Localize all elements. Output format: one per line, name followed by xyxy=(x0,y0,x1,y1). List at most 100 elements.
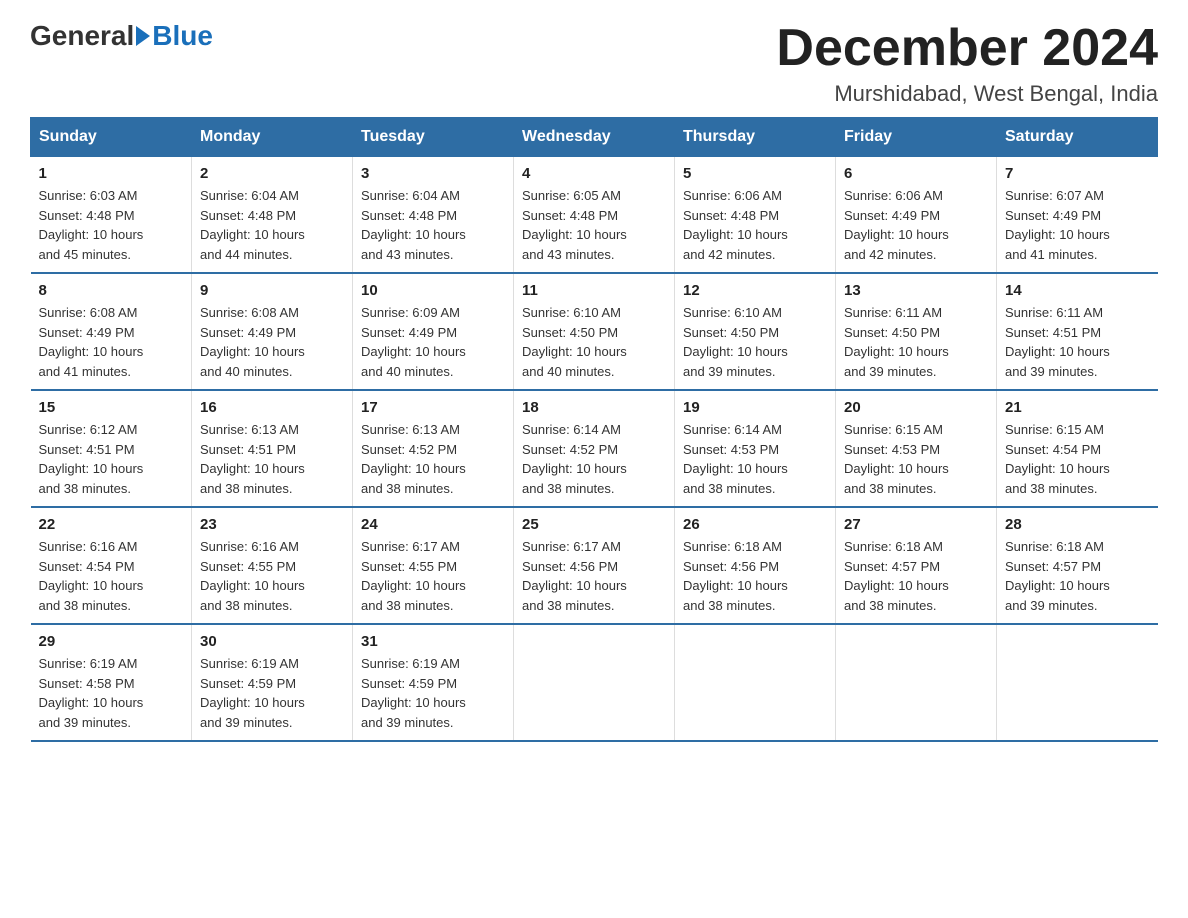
header: General Blue December 2024 Murshidabad, … xyxy=(30,20,1158,107)
day-number: 21 xyxy=(1005,399,1150,416)
day-cell: 6 Sunrise: 6:06 AMSunset: 4:49 PMDaylight… xyxy=(836,157,997,274)
day-number: 5 xyxy=(683,165,827,182)
day-cell: 18 Sunrise: 6:14 AMSunset: 4:52 PMDayligh… xyxy=(514,390,675,507)
day-number: 3 xyxy=(361,165,505,182)
day-info: Sunrise: 6:09 AMSunset: 4:49 PMDaylight:… xyxy=(361,305,466,379)
day-header-saturday: Saturday xyxy=(997,118,1158,157)
day-info: Sunrise: 6:08 AMSunset: 4:49 PMDaylight:… xyxy=(39,305,144,379)
day-info: Sunrise: 6:18 AMSunset: 4:57 PMDaylight:… xyxy=(844,539,949,613)
day-info: Sunrise: 6:13 AMSunset: 4:52 PMDaylight:… xyxy=(361,422,466,496)
day-info: Sunrise: 6:14 AMSunset: 4:52 PMDaylight:… xyxy=(522,422,627,496)
day-cell: 31 Sunrise: 6:19 AMSunset: 4:59 PMDayligh… xyxy=(353,624,514,741)
day-number: 23 xyxy=(200,516,344,533)
day-info: Sunrise: 6:03 AMSunset: 4:48 PMDaylight:… xyxy=(39,188,144,262)
day-number: 22 xyxy=(39,516,184,533)
day-cell: 30Sunrise: 6:19 AMSunset: 4:59 PMDayligh… xyxy=(192,624,353,741)
day-cell: 29 Sunrise: 6:19 AMSunset: 4:58 PMDayligh… xyxy=(31,624,192,741)
day-cell: 26Sunrise: 6:18 AMSunset: 4:56 PMDayligh… xyxy=(675,507,836,624)
day-number: 12 xyxy=(683,282,827,299)
day-info: Sunrise: 6:17 AMSunset: 4:55 PMDaylight:… xyxy=(361,539,466,613)
day-cell: 3Sunrise: 6:04 AMSunset: 4:48 PMDaylight… xyxy=(353,157,514,274)
title-area: December 2024 Murshidabad, West Bengal, … xyxy=(776,20,1158,107)
day-number: 7 xyxy=(1005,165,1150,182)
day-info: Sunrise: 6:06 AMSunset: 4:48 PMDaylight:… xyxy=(683,188,788,262)
day-cell: 22 Sunrise: 6:16 AMSunset: 4:54 PMDayligh… xyxy=(31,507,192,624)
day-cell: 21Sunrise: 6:15 AMSunset: 4:54 PMDayligh… xyxy=(997,390,1158,507)
day-cell: 5 Sunrise: 6:06 AMSunset: 4:48 PMDaylight… xyxy=(675,157,836,274)
day-cell: 7 Sunrise: 6:07 AMSunset: 4:49 PMDaylight… xyxy=(997,157,1158,274)
day-cell: 8Sunrise: 6:08 AMSunset: 4:49 PMDaylight… xyxy=(31,273,192,390)
day-info: Sunrise: 6:17 AMSunset: 4:56 PMDaylight:… xyxy=(522,539,627,613)
day-number: 15 xyxy=(39,399,184,416)
week-row-2: 8Sunrise: 6:08 AMSunset: 4:49 PMDaylight… xyxy=(31,273,1158,390)
day-number: 13 xyxy=(844,282,988,299)
day-cell: 13 Sunrise: 6:11 AMSunset: 4:50 PMDayligh… xyxy=(836,273,997,390)
day-cell: 11Sunrise: 6:10 AMSunset: 4:50 PMDayligh… xyxy=(514,273,675,390)
day-info: Sunrise: 6:15 AMSunset: 4:53 PMDaylight:… xyxy=(844,422,949,496)
day-info: Sunrise: 6:05 AMSunset: 4:48 PMDaylight:… xyxy=(522,188,627,262)
day-number: 29 xyxy=(39,633,184,650)
day-number: 20 xyxy=(844,399,988,416)
day-info: Sunrise: 6:10 AMSunset: 4:50 PMDaylight:… xyxy=(683,305,788,379)
week-row-4: 22 Sunrise: 6:16 AMSunset: 4:54 PMDayligh… xyxy=(31,507,1158,624)
week-row-5: 29 Sunrise: 6:19 AMSunset: 4:58 PMDayligh… xyxy=(31,624,1158,741)
day-number: 28 xyxy=(1005,516,1150,533)
day-cell: 25Sunrise: 6:17 AMSunset: 4:56 PMDayligh… xyxy=(514,507,675,624)
day-info: Sunrise: 6:19 AMSunset: 4:58 PMDaylight:… xyxy=(39,656,144,730)
day-cell: 9 Sunrise: 6:08 AMSunset: 4:49 PMDaylight… xyxy=(192,273,353,390)
day-cell: 16Sunrise: 6:13 AMSunset: 4:51 PMDayligh… xyxy=(192,390,353,507)
day-number: 24 xyxy=(361,516,505,533)
logo-arrow-icon xyxy=(136,26,150,46)
page-title: December 2024 xyxy=(776,20,1158,77)
day-info: Sunrise: 6:07 AMSunset: 4:49 PMDaylight:… xyxy=(1005,188,1110,262)
day-header-friday: Friday xyxy=(836,118,997,157)
day-number: 18 xyxy=(522,399,666,416)
day-info: Sunrise: 6:08 AMSunset: 4:49 PMDaylight:… xyxy=(200,305,305,379)
week-row-3: 15Sunrise: 6:12 AMSunset: 4:51 PMDayligh… xyxy=(31,390,1158,507)
day-cell: 2 Sunrise: 6:04 AMSunset: 4:48 PMDaylight… xyxy=(192,157,353,274)
day-cell: 12 Sunrise: 6:10 AMSunset: 4:50 PMDayligh… xyxy=(675,273,836,390)
day-info: Sunrise: 6:14 AMSunset: 4:53 PMDaylight:… xyxy=(683,422,788,496)
day-header-tuesday: Tuesday xyxy=(353,118,514,157)
day-info: Sunrise: 6:06 AMSunset: 4:49 PMDaylight:… xyxy=(844,188,949,262)
day-cell: 15Sunrise: 6:12 AMSunset: 4:51 PMDayligh… xyxy=(31,390,192,507)
day-info: Sunrise: 6:16 AMSunset: 4:55 PMDaylight:… xyxy=(200,539,305,613)
day-cell xyxy=(675,624,836,741)
day-number: 16 xyxy=(200,399,344,416)
day-header-monday: Monday xyxy=(192,118,353,157)
day-info: Sunrise: 6:04 AMSunset: 4:48 PMDaylight:… xyxy=(200,188,305,262)
day-number: 14 xyxy=(1005,282,1150,299)
day-cell: 4 Sunrise: 6:05 AMSunset: 4:48 PMDaylight… xyxy=(514,157,675,274)
day-cell: 19Sunrise: 6:14 AMSunset: 4:53 PMDayligh… xyxy=(675,390,836,507)
day-info: Sunrise: 6:19 AMSunset: 4:59 PMDaylight:… xyxy=(200,656,305,730)
week-row-1: 1 Sunrise: 6:03 AMSunset: 4:48 PMDaylight… xyxy=(31,157,1158,274)
day-cell: 10 Sunrise: 6:09 AMSunset: 4:49 PMDayligh… xyxy=(353,273,514,390)
day-info: Sunrise: 6:18 AMSunset: 4:57 PMDaylight:… xyxy=(1005,539,1110,613)
day-cell: 23 Sunrise: 6:16 AMSunset: 4:55 PMDayligh… xyxy=(192,507,353,624)
day-info: Sunrise: 6:16 AMSunset: 4:54 PMDaylight:… xyxy=(39,539,144,613)
day-number: 9 xyxy=(200,282,344,299)
day-cell: 28 Sunrise: 6:18 AMSunset: 4:57 PMDayligh… xyxy=(997,507,1158,624)
day-number: 17 xyxy=(361,399,505,416)
day-cell: 24 Sunrise: 6:17 AMSunset: 4:55 PMDayligh… xyxy=(353,507,514,624)
day-info: Sunrise: 6:10 AMSunset: 4:50 PMDaylight:… xyxy=(522,305,627,379)
day-cell: 14 Sunrise: 6:11 AMSunset: 4:51 PMDayligh… xyxy=(997,273,1158,390)
day-info: Sunrise: 6:11 AMSunset: 4:51 PMDaylight:… xyxy=(1005,305,1110,379)
day-info: Sunrise: 6:19 AMSunset: 4:59 PMDaylight:… xyxy=(361,656,466,730)
day-info: Sunrise: 6:11 AMSunset: 4:50 PMDaylight:… xyxy=(844,305,949,379)
logo: General Blue xyxy=(30,20,213,52)
day-cell: 20 Sunrise: 6:15 AMSunset: 4:53 PMDayligh… xyxy=(836,390,997,507)
day-number: 10 xyxy=(361,282,505,299)
day-number: 1 xyxy=(39,165,184,182)
day-number: 2 xyxy=(200,165,344,182)
day-number: 6 xyxy=(844,165,988,182)
day-header-thursday: Thursday xyxy=(675,118,836,157)
logo-blue-text: Blue xyxy=(152,20,213,52)
calendar-header-row: SundayMondayTuesdayWednesdayThursdayFrid… xyxy=(31,118,1158,157)
day-cell xyxy=(997,624,1158,741)
day-number: 31 xyxy=(361,633,505,650)
day-number: 4 xyxy=(522,165,666,182)
day-cell: 1 Sunrise: 6:03 AMSunset: 4:48 PMDaylight… xyxy=(31,157,192,274)
day-cell xyxy=(514,624,675,741)
day-number: 27 xyxy=(844,516,988,533)
